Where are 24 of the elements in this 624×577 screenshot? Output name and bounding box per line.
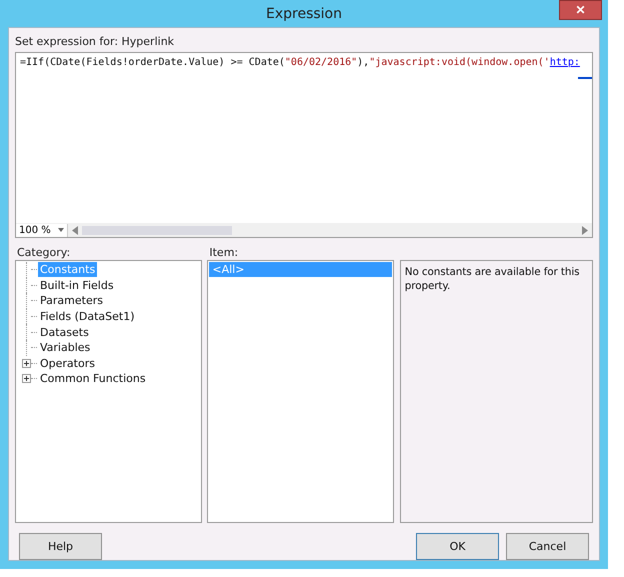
dialog-button[interactable]: Help [19,533,102,560]
expression-editor[interactable]: =IIf(CDate(Fields!orderDate.Value) >= CDate("06/02/2016"),"javascript:void(window.open('http: 100 % [15,52,593,238]
description-text: No constants are available for this property. [404,266,580,292]
tree-item[interactable]: Variables [38,340,92,356]
tree-item[interactable]: Common Functions [38,371,148,386]
dialog-button[interactable]: OK [416,533,499,560]
scroll-right-icon[interactable] [582,226,588,234]
dialog-button[interactable]: Cancel [506,533,589,560]
tree-item[interactable]: Parameters [38,293,105,308]
tree-item[interactable]: Operators [38,356,97,371]
expand-icon[interactable] [22,358,31,368]
dropdown-arrow-icon [58,228,64,232]
tree-item[interactable]: Datasets [38,324,91,340]
category-label: Category: [16,246,72,260]
prompt-label: Set expression for: Hyperlink [15,35,176,50]
scroll-left-icon[interactable] [72,226,78,234]
tree-item[interactable]: Built-in Fields [38,278,116,293]
zoom-dropdown[interactable]: 100 % [16,224,68,236]
close-button[interactable]: ✕ [559,0,602,20]
window-title: Expression [266,6,342,22]
tree-item[interactable]: Fields (DataSet1) [38,309,137,324]
item-label: Item: [208,246,240,260]
expression-text: =IIf(CDate(Fields!orderDate.Value) >= CDate("06/02/2016"),"javascript:void(window.open('http: [19,56,581,70]
expand-icon[interactable] [22,374,31,384]
